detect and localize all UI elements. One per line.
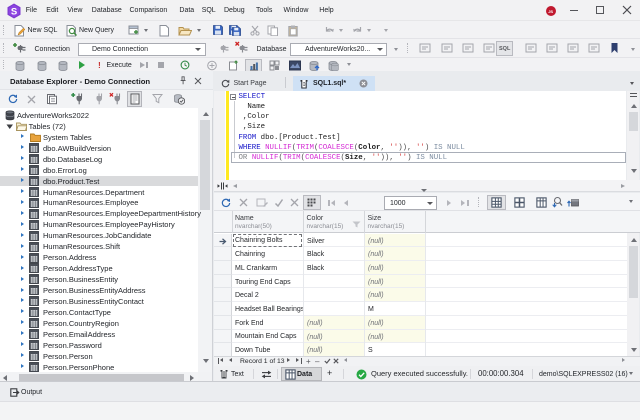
svg-text:S: S (11, 7, 17, 18)
